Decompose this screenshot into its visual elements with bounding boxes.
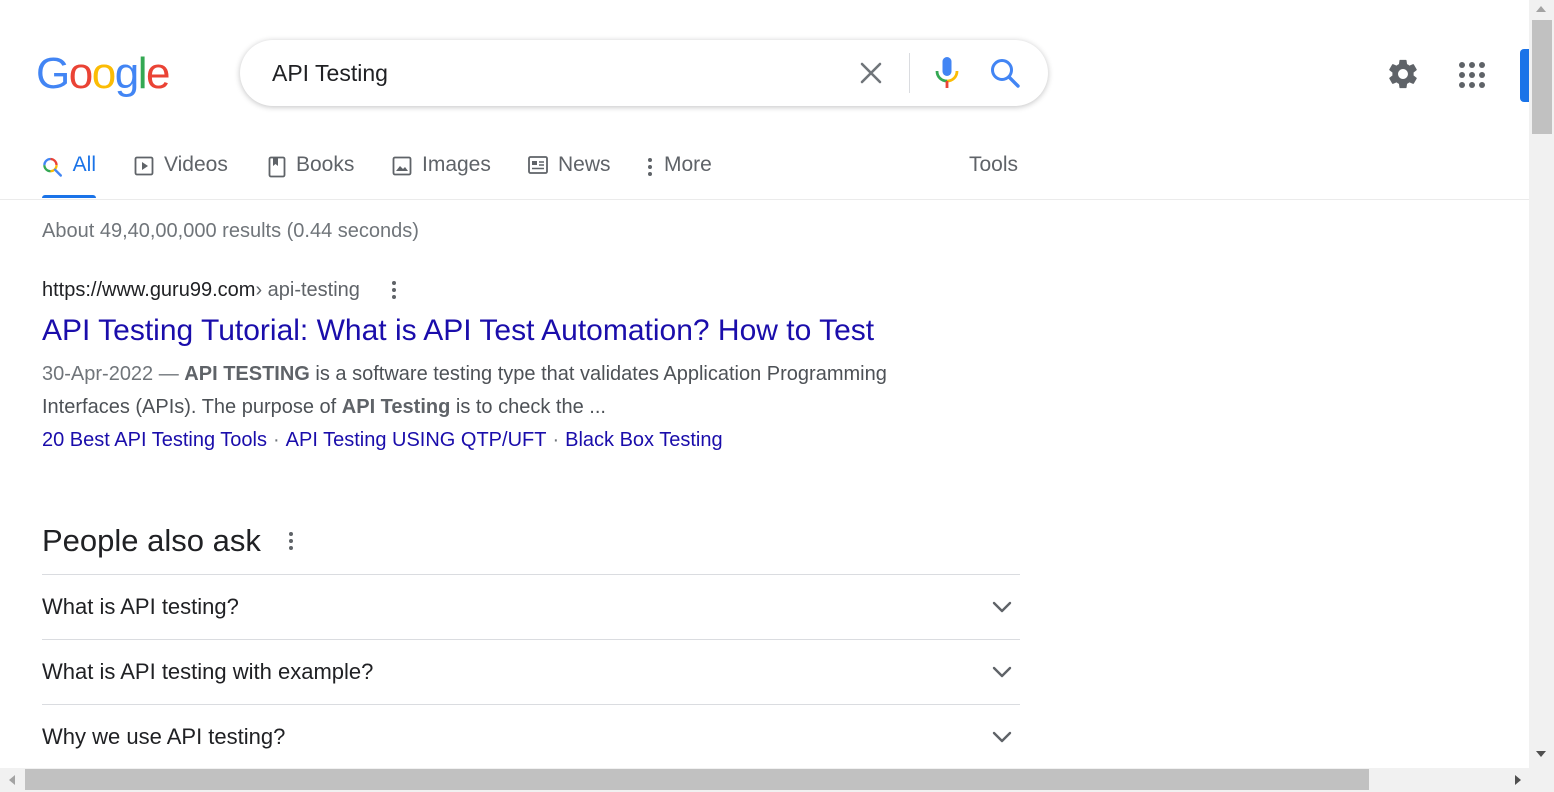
vertical-scrollbar-thumb[interactable]: [1532, 20, 1552, 134]
snippet-text-2: is to check the ...: [450, 396, 606, 418]
result-title-link[interactable]: API Testing Tutorial: What is API Test A…: [42, 314, 942, 348]
tab-books[interactable]: Books: [268, 148, 354, 198]
sitelink-1[interactable]: 20 Best API Testing Tools: [42, 429, 267, 451]
chevron-down-icon: [992, 601, 1012, 613]
result-url-path: › api-testing: [255, 278, 360, 301]
tab-videos-label: Videos: [164, 153, 228, 176]
tabs-divider: [0, 199, 1529, 200]
search-multicolor-icon: [43, 157, 62, 177]
more-vert-icon: [391, 281, 396, 299]
scroll-left-arrow-icon[interactable]: [8, 774, 16, 786]
result-date: 30-Apr-2022 —: [42, 363, 185, 385]
image-icon: [392, 156, 412, 176]
search-icon: [991, 59, 1020, 88]
close-icon: [860, 62, 882, 84]
scroll-down-arrow-icon[interactable]: [1535, 750, 1547, 758]
tab-news-label: News: [558, 153, 611, 176]
scroll-right-arrow-icon[interactable]: [1514, 774, 1522, 786]
result-url[interactable]: https://www.guru99.com › api-testing: [42, 276, 942, 304]
people-also-ask-title: People also ask: [42, 523, 261, 558]
clear-button[interactable]: [858, 60, 884, 91]
more-vert-icon: [288, 532, 293, 550]
tools-button[interactable]: Tools: [969, 148, 1018, 198]
paa-question-text: Why we use API testing?: [42, 724, 286, 749]
settings-button[interactable]: [1386, 57, 1420, 96]
apps-grid-icon: [1459, 62, 1485, 88]
video-icon: [134, 156, 154, 176]
horizontal-scrollbar-thumb[interactable]: [25, 769, 1369, 790]
paa-question[interactable]: Why we use API testing?: [42, 704, 1020, 769]
sitelinks: 20 Best API Testing Tools · API Testing US…: [42, 424, 942, 457]
tab-images[interactable]: Images: [392, 148, 491, 198]
scroll-up-arrow-icon[interactable]: [1535, 5, 1547, 13]
sitelink-2[interactable]: API Testing USING QTP/UFT: [286, 429, 547, 451]
search-input[interactable]: [272, 54, 832, 92]
people-also-ask-menu-button[interactable]: [287, 530, 295, 552]
news-icon: [528, 156, 548, 174]
snippet-bold-2: API Testing: [341, 396, 451, 418]
paa-question[interactable]: What is API testing with example?: [42, 639, 1020, 704]
google-apps-button[interactable]: [1458, 61, 1486, 94]
tab-books-label: Books: [296, 153, 355, 176]
search-button[interactable]: [989, 57, 1021, 94]
paa-question-text: What is API testing with example?: [42, 659, 374, 684]
gear-icon: [1389, 59, 1417, 89]
tab-images-label: Images: [422, 153, 491, 176]
sitelink-separator: ·: [552, 429, 560, 451]
book-icon: [268, 156, 286, 178]
tab-news[interactable]: News: [528, 148, 611, 198]
result-menu-button[interactable]: [390, 279, 398, 301]
tab-more-label: More: [664, 153, 712, 176]
tab-videos[interactable]: Videos: [134, 148, 228, 198]
sitelink-separator: ·: [272, 429, 280, 451]
snippet-bold-1: API TESTING: [184, 363, 310, 385]
paa-question-text: What is API testing?: [42, 594, 239, 619]
chevron-down-icon: [992, 666, 1012, 678]
result-stats: About 49,40,00,000 results (0.44 seconds…: [42, 220, 419, 242]
search-box: [240, 40, 1048, 106]
chevron-down-icon: [992, 731, 1012, 743]
search-tabs: All Videos Books Images News More Tools: [42, 148, 1042, 200]
microphone-icon: [935, 57, 959, 88]
search-divider: [909, 53, 910, 93]
tab-all-label: All: [72, 153, 96, 176]
tab-more[interactable]: More: [646, 148, 712, 198]
google-logo[interactable]: Google: [36, 50, 176, 102]
tab-all[interactable]: All: [42, 148, 96, 198]
result-url-domain: https://www.guru99.com: [42, 278, 256, 301]
more-vert-icon: [648, 158, 652, 176]
people-also-ask: People also ask What is API testing? Wha…: [42, 516, 1020, 769]
result-snippet: 30-Apr-2022 — API TESTING is a software …: [42, 358, 942, 424]
google-logo-text: Google: [36, 50, 169, 98]
search-result: https://www.guru99.com › api-testing API…: [42, 276, 942, 457]
tools-label: Tools: [969, 153, 1019, 176]
paa-question[interactable]: What is API testing?: [42, 574, 1020, 639]
sitelink-3[interactable]: Black Box Testing: [565, 429, 723, 451]
voice-search-button[interactable]: [934, 56, 960, 95]
